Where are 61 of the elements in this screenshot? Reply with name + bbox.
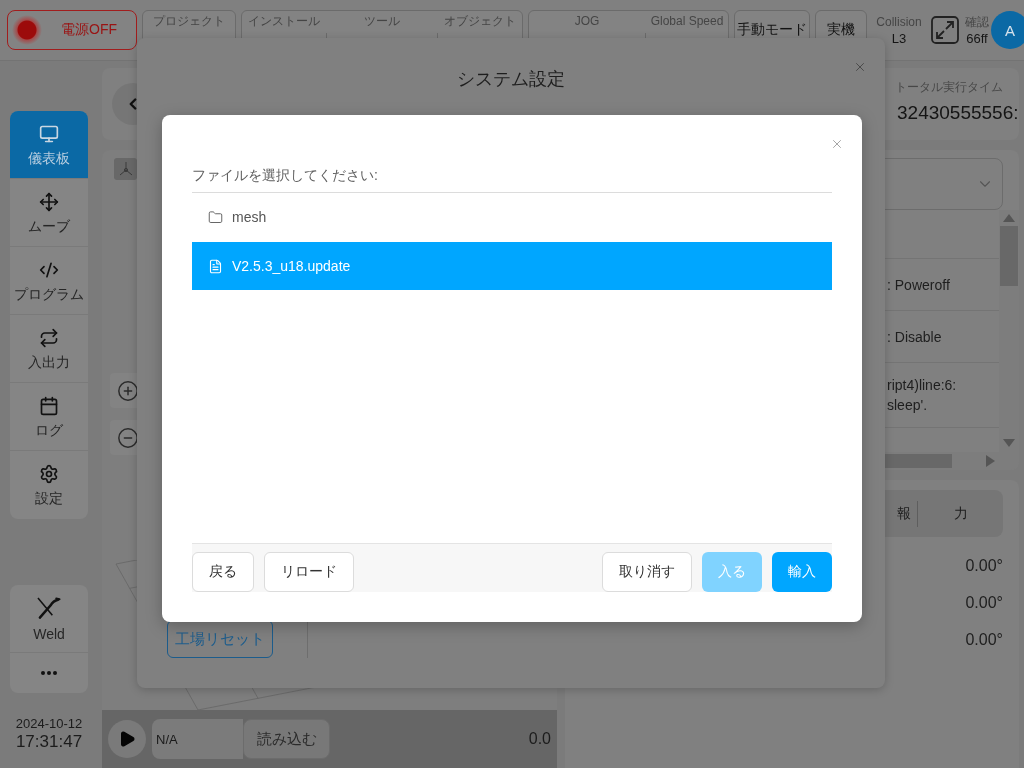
joint-value: 0.00° xyxy=(965,630,1003,650)
nav-item[interactable]: 入出力 xyxy=(10,315,88,383)
zoom-in-icon xyxy=(116,379,139,402)
file-name: mesh xyxy=(232,209,267,225)
nav-item[interactable]: プログラム xyxy=(10,247,88,315)
dialog-button[interactable]: 輸入 xyxy=(772,552,832,592)
status-label: JOG xyxy=(574,14,600,29)
joint-value: 0.00° xyxy=(965,556,1003,576)
tab[interactable]: 報 xyxy=(581,490,917,537)
log-message: : Disable xyxy=(887,327,942,347)
view-axes-button[interactable] xyxy=(114,158,137,180)
axes-icon xyxy=(117,161,134,177)
folder-icon xyxy=(208,209,223,225)
move-arrows-icon xyxy=(39,191,59,212)
file-list-item[interactable]: V2.5.3_u18.update xyxy=(192,242,832,290)
log-message: : Poweroff xyxy=(887,275,950,295)
close-icon[interactable] xyxy=(853,60,867,74)
nav-item[interactable]: ムーブ xyxy=(10,179,88,247)
power-button[interactable]: 電源OFF xyxy=(7,10,137,50)
collision-value: L3 xyxy=(891,31,907,47)
runtime-value: 32430555556: xyxy=(897,101,1019,125)
expand-icon[interactable] xyxy=(931,16,959,44)
dialog-button[interactable]: 取り消す xyxy=(602,552,692,592)
more-icon xyxy=(41,671,57,675)
calendar-icon xyxy=(39,395,59,416)
nav-item[interactable]: 儀表板 xyxy=(10,111,88,179)
joint-value: 0.00° xyxy=(965,593,1003,613)
monitor-icon xyxy=(39,123,59,144)
zoom-out-icon xyxy=(116,426,139,449)
play-icon xyxy=(118,730,136,748)
dialog-button[interactable]: 戻る xyxy=(192,552,254,592)
speed-reading: 0.0 xyxy=(528,730,551,748)
document-icon xyxy=(208,258,223,274)
tab[interactable]: 力 xyxy=(918,490,1003,537)
log-message: ript4)line:6: xyxy=(887,376,957,395)
scrollbar-thumb[interactable] xyxy=(1000,226,1018,286)
time-text: 17:31:47 xyxy=(15,732,83,752)
welding-torch-icon xyxy=(37,595,61,620)
dialog-title: システム設定 xyxy=(457,68,565,91)
log-message: sleep'. xyxy=(887,396,928,415)
program-file-field[interactable]: N/A xyxy=(152,719,243,759)
close-icon[interactable] xyxy=(830,137,844,151)
file-name: V2.5.3_u18.update xyxy=(232,258,351,274)
repeat-arrows-icon xyxy=(39,327,59,348)
play-button[interactable] xyxy=(108,720,146,758)
date-text: 2024-10-12 xyxy=(15,716,83,732)
dialog-button[interactable]: リロード xyxy=(264,552,354,592)
dialog-prompt: ファイルを選択してください: xyxy=(192,167,832,193)
nav-item[interactable]: 設定 xyxy=(10,451,88,519)
right-arrow-icon[interactable] xyxy=(986,455,995,467)
collision-label: Collision xyxy=(876,15,922,30)
load-button[interactable]: 読み込む xyxy=(243,719,330,759)
down-arrow-icon[interactable] xyxy=(1003,439,1015,447)
file-list-item[interactable]: mesh xyxy=(192,193,832,241)
confirm-value: 66ff xyxy=(966,31,988,47)
up-arrow-icon[interactable] xyxy=(1003,214,1015,222)
settings-icon xyxy=(39,464,59,484)
user-avatar[interactable]: A xyxy=(991,11,1024,49)
status-label: Global Speed xyxy=(650,14,724,29)
tool-item[interactable]: Weld xyxy=(10,585,88,653)
nav-item[interactable]: ログ xyxy=(10,383,88,451)
